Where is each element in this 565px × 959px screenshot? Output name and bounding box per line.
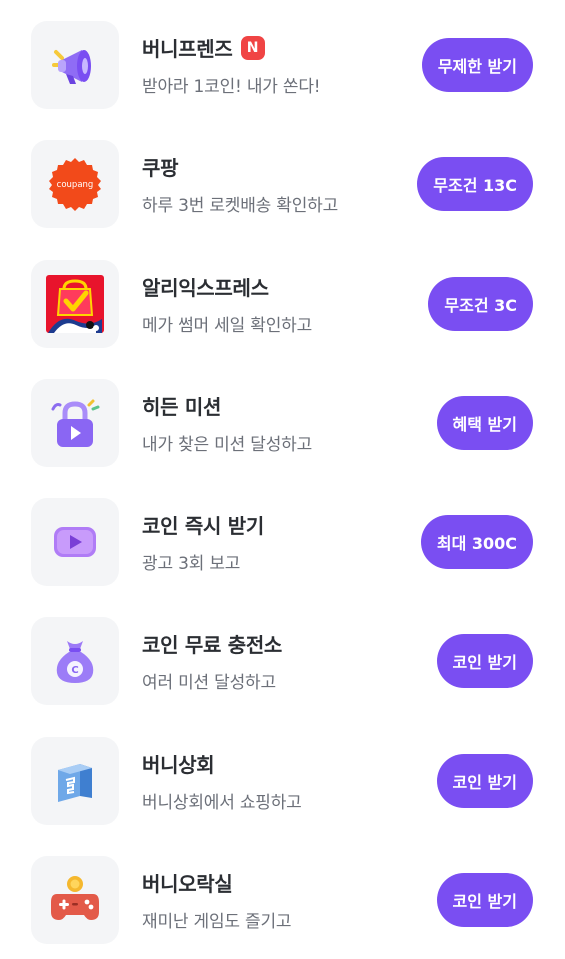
item-title: 코인 즉시 받기 (142, 514, 264, 538)
item-title: 버니오락실 (142, 872, 233, 896)
shopping-box-icon (50, 756, 100, 806)
item-icon-tile (31, 498, 119, 586)
guaranteed-13c-button[interactable]: 무조건 13C (417, 157, 533, 211)
money-bag-icon: C (49, 635, 101, 687)
item-subtitle: 메가 썸머 세일 확인하고 (142, 316, 313, 336)
item-title: 버니프렌즈 N (142, 33, 265, 62)
guaranteed-3c-button[interactable]: 무조건 3C (428, 277, 533, 331)
new-badge: N (240, 35, 265, 60)
item-subtitle: 내가 찾은 미션 달성하고 (142, 435, 313, 455)
item-icon-tile (31, 737, 119, 825)
item-title: 히든 미션 (142, 395, 222, 419)
item-title: 쿠팡 (142, 156, 179, 180)
item-icon-tile (31, 856, 119, 944)
item-icon-tile (31, 21, 119, 109)
get-coin-button[interactable]: 코인 받기 (436, 873, 533, 927)
item-subtitle: 여러 미션 달성하고 (142, 673, 276, 693)
list-item-bunny-store[interactable]: 버니상회 버니상회에서 쇼핑하고 코인 받기 (0, 737, 565, 827)
item-icon-tile: C (31, 617, 119, 705)
coupang-logo-icon: coupang (47, 156, 103, 212)
list-item-free-coin-station[interactable]: C 코인 무료 충전소 여러 미션 달성하고 코인 받기 (0, 617, 565, 707)
list-item-aliexpress[interactable]: 알리익스프레스 메가 썸머 세일 확인하고 무조건 3C (0, 260, 565, 350)
list-item-coupang[interactable]: coupang 쿠팡 하루 3번 로켓배송 확인하고 무조건 13C (0, 140, 565, 230)
item-subtitle: 받아라 1코인! 내가 쏜다! (142, 77, 321, 97)
game-controller-icon (47, 872, 103, 928)
get-coin-button[interactable]: 코인 받기 (436, 634, 533, 688)
item-subtitle: 재미난 게임도 즐기고 (142, 912, 292, 932)
aliexpress-logo-icon (46, 275, 104, 333)
item-icon-tile: coupang (31, 140, 119, 228)
item-title: 코인 무료 충전소 (142, 633, 283, 657)
item-subtitle: 하루 3번 로켓배송 확인하고 (142, 196, 339, 216)
svg-text:C: C (71, 665, 78, 676)
list-item-bunny-arcade[interactable]: 버니오락실 재미난 게임도 즐기고 코인 받기 (0, 856, 565, 946)
list-item-instant-coin[interactable]: 코인 즉시 받기 광고 3회 보고 최대 300C (0, 498, 565, 588)
list-item-bunny-friends[interactable]: 버니프렌즈 N 받아라 1코인! 내가 쏜다! 무제한 받기 (0, 21, 565, 111)
unlimited-get-button[interactable]: 무제한 받기 (421, 38, 533, 92)
lock-icon (47, 395, 103, 451)
megaphone-icon (48, 38, 102, 92)
item-title: 버니상회 (142, 753, 215, 777)
max-300c-button[interactable]: 최대 300C (420, 515, 533, 569)
item-title: 알리익스프레스 (142, 276, 269, 300)
svg-text:coupang: coupang (57, 180, 94, 190)
item-subtitle: 버니상회에서 쇼핑하고 (142, 793, 302, 813)
item-subtitle: 광고 3회 보고 (142, 554, 241, 574)
get-coin-button[interactable]: 코인 받기 (436, 754, 533, 808)
list-item-hidden-mission[interactable]: 히든 미션 내가 찾은 미션 달성하고 혜택 받기 (0, 379, 565, 469)
item-icon-tile (31, 260, 119, 348)
get-benefit-button[interactable]: 혜택 받기 (436, 396, 533, 450)
play-video-icon (50, 517, 100, 567)
item-icon-tile (31, 379, 119, 467)
